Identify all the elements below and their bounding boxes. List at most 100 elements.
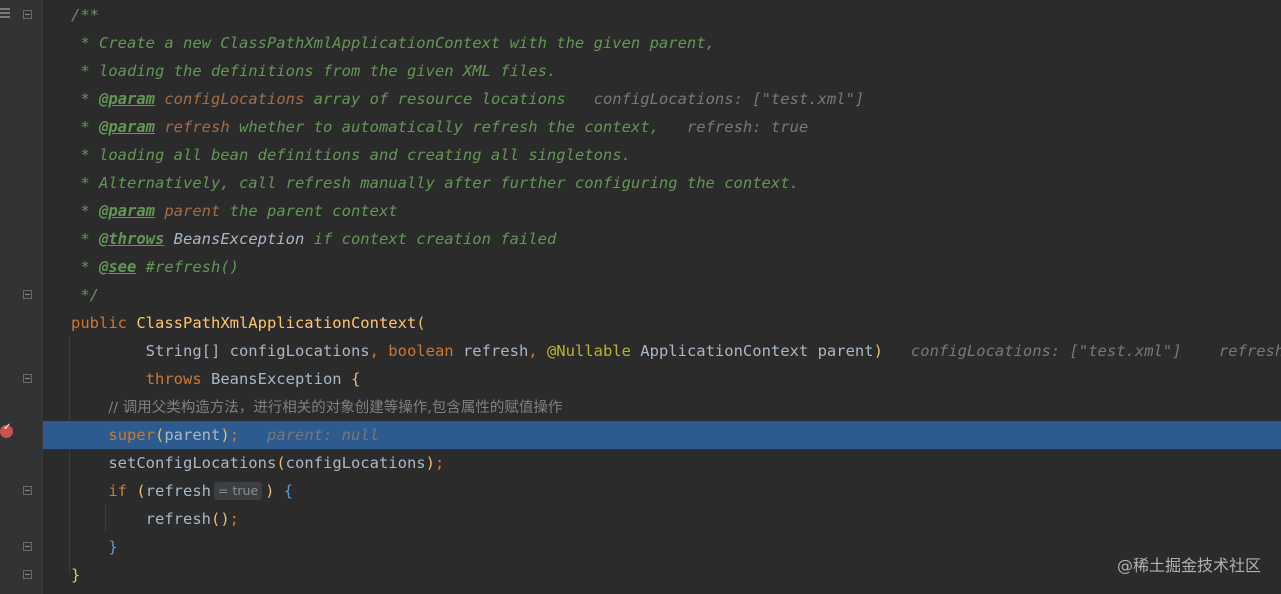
code-token: String[] configLocations	[71, 342, 370, 360]
code-token: refresh	[155, 118, 230, 136]
code-line[interactable]: * @param configLocations array of resour…	[43, 85, 1281, 113]
code-token: refresh	[462, 342, 529, 360]
code-token: {	[350, 370, 361, 388]
fold-icon[interactable]	[23, 10, 32, 19]
code-text: * @param refresh whether to automaticall…	[71, 113, 808, 141]
code-token: configLocations	[285, 454, 426, 472]
code-token: ;	[434, 454, 445, 472]
code-token: , boolean	[369, 342, 463, 360]
code-line[interactable]: * loading the definitions from the given…	[43, 57, 1281, 85]
code-token: BeansException	[210, 370, 351, 388]
code-token: whether to automatically refresh the con…	[229, 118, 678, 136]
code-token: ,	[528, 342, 547, 360]
code-token: /**	[71, 6, 99, 24]
code-line[interactable]: public ClassPathXmlApplicationContext(	[43, 309, 1281, 337]
code-line[interactable]: * @throws BeansException if context crea…	[43, 225, 1281, 253]
code-token: (	[416, 314, 426, 332]
code-line[interactable]: // 调用父类构造方法，进行相关的对象创建等操作,包含属性的赋值操作	[43, 393, 1281, 421]
code-token: *	[71, 258, 99, 276]
code-line[interactable]: * @param refresh whether to automaticall…	[43, 113, 1281, 141]
code-line[interactable]: */	[43, 281, 1281, 309]
code-token: refresh	[71, 510, 211, 528]
code-line[interactable]: String[] configLocations, boolean refres…	[43, 337, 1281, 365]
code-token: if context creation failed	[304, 230, 557, 248]
code-token: throws	[71, 370, 211, 388]
code-token: )	[425, 454, 435, 472]
code-token: * loading the definitions from the given…	[71, 62, 557, 80]
code-token: @Nullable	[546, 342, 641, 360]
code-token: refresh	[145, 482, 211, 500]
code-text: /**	[71, 1, 99, 29]
editor-gutter[interactable]	[0, 0, 42, 594]
fold-icon[interactable]	[23, 290, 32, 299]
code-token: *	[71, 90, 99, 108]
code-token: ApplicationContext parent	[640, 342, 874, 360]
code-token: )	[873, 342, 883, 360]
code-token: super	[71, 426, 155, 444]
code-text: throws BeansException {	[71, 365, 361, 393]
code-line[interactable]: throws BeansException {	[43, 365, 1281, 393]
code-token: if	[71, 482, 137, 500]
code-text: * loading all bean definitions and creat…	[71, 141, 631, 169]
code-line[interactable]: setConfigLocations(configLocations);	[43, 449, 1281, 477]
code-token: ()	[210, 510, 230, 528]
inline-value-hint: = true	[214, 482, 263, 500]
breakpoint-icon[interactable]	[0, 422, 13, 438]
code-line[interactable]: super(parent); parent: null	[43, 421, 1281, 449]
code-token: parent	[155, 202, 221, 220]
code-token: {	[283, 482, 294, 500]
code-text: String[] configLocations, boolean refres…	[71, 337, 1281, 365]
code-token: #refresh()	[136, 258, 239, 276]
code-line[interactable]: refresh();	[43, 505, 1281, 533]
code-token: */	[71, 286, 99, 304]
code-text: * @throws BeansException if context crea…	[71, 225, 556, 253]
code-text: setConfigLocations(configLocations);	[71, 449, 444, 477]
code-text: }	[71, 561, 80, 589]
code-token: array of resource locations	[304, 90, 585, 108]
debug-value-hint: refresh: true	[677, 118, 809, 136]
code-line[interactable]: if (refresh = true) {	[43, 477, 1281, 505]
code-token: (	[276, 454, 286, 472]
code-token: BeansException	[164, 230, 305, 248]
code-text: public ClassPathXmlApplicationContext(	[71, 309, 426, 337]
code-token: setConfigLocations	[71, 454, 277, 472]
code-line[interactable]: * loading all bean definitions and creat…	[43, 141, 1281, 169]
code-line[interactable]: }	[43, 533, 1281, 561]
fold-icon[interactable]	[23, 542, 32, 551]
code-text: * Alternatively, call refresh manually a…	[71, 169, 799, 197]
code-token: configLocations	[155, 90, 305, 108]
code-text: // 调用父类构造方法，进行相关的对象创建等操作,包含属性的赋值操作	[71, 393, 562, 422]
code-token: @param	[99, 90, 155, 108]
code-text: super(parent); parent: null	[71, 421, 379, 449]
code-text: refresh();	[71, 505, 239, 533]
code-text: * loading the definitions from the given…	[71, 57, 556, 85]
code-line[interactable]: * Create a new ClassPathXmlApplicationCo…	[43, 29, 1281, 57]
code-token: (	[136, 482, 146, 500]
debug-value-hint: parent: null	[239, 426, 380, 444]
code-token: @param	[99, 118, 155, 136]
code-token: the parent context	[220, 202, 398, 220]
structure-icon[interactable]	[0, 8, 10, 20]
code-text: * Create a new ClassPathXmlApplicationCo…	[71, 29, 715, 57]
code-line[interactable]: * Alternatively, call refresh manually a…	[43, 169, 1281, 197]
code-line[interactable]: }	[43, 561, 1281, 589]
code-token: *	[71, 230, 99, 248]
code-text: * @param parent the parent context	[71, 197, 398, 225]
code-token: parent	[164, 426, 221, 444]
code-token: *	[71, 202, 99, 220]
code-token: *	[71, 118, 99, 136]
code-editor[interactable]: /** * Create a new ClassPathXmlApplicati…	[43, 0, 1281, 594]
code-text: if (refresh = true) {	[71, 477, 293, 505]
code-token: @throws	[99, 230, 165, 248]
code-line[interactable]: /**	[43, 1, 1281, 29]
code-token: * Create a new ClassPathXmlApplicationCo…	[71, 34, 715, 52]
debug-value-hint: configLocations: ["test.xml"] refresh: t…	[910, 342, 1281, 360]
code-line[interactable]: * @see #refresh()	[43, 253, 1281, 281]
fold-icon[interactable]	[23, 486, 32, 495]
code-line[interactable]: * @param parent the parent context	[43, 197, 1281, 225]
fold-icon[interactable]	[23, 374, 32, 383]
fold-icon[interactable]	[23, 570, 32, 579]
code-token: // 调用父类构造方法，进行相关的对象创建等操作,包含属性的赋值操作	[108, 400, 563, 416]
